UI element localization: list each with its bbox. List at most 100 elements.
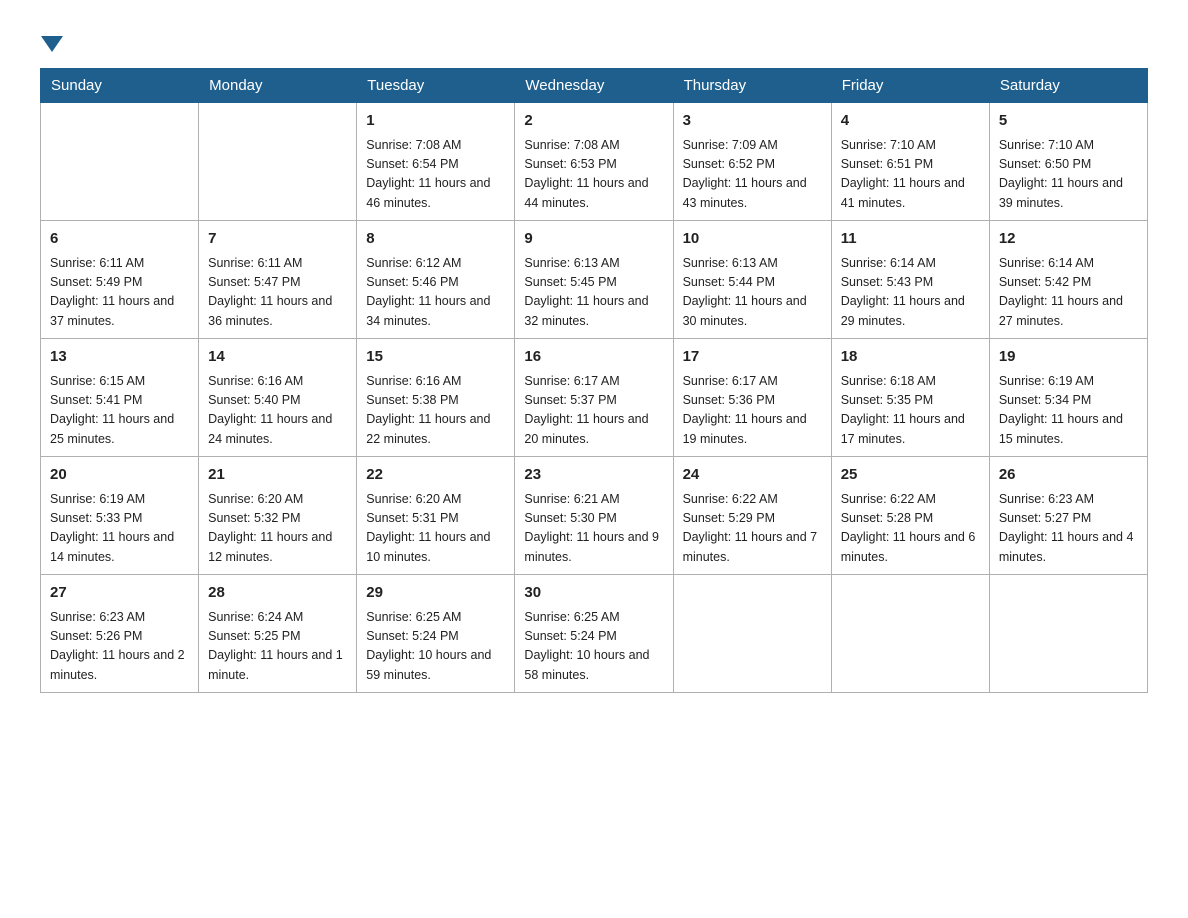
day-info: Sunrise: 6:23 AMSunset: 5:26 PMDaylight:…	[50, 608, 189, 686]
page-header	[40, 30, 1148, 48]
day-info: Sunrise: 6:12 AMSunset: 5:46 PMDaylight:…	[366, 254, 505, 332]
calendar-cell: 11Sunrise: 6:14 AMSunset: 5:43 PMDayligh…	[831, 221, 989, 339]
day-info: Sunrise: 7:09 AMSunset: 6:52 PMDaylight:…	[683, 136, 822, 214]
calendar-cell: 10 Sunrise: 6:13 AMSunset: 5:44 PMDayligh…	[673, 221, 831, 339]
day-info: Sunrise: 6:21 AMSunset: 5:30 PMDaylight:…	[524, 490, 663, 568]
day-info: Sunrise: 6:13 AMSunset: 5:45 PMDaylight:…	[524, 254, 663, 332]
calendar-table: SundayMondayTuesdayWednesdayThursdayFrid…	[40, 68, 1148, 693]
day-info: Sunrise: 6:20 AMSunset: 5:32 PMDaylight:…	[208, 490, 347, 568]
day-number: 11	[841, 228, 980, 251]
calendar-cell: 17 Sunrise: 6:17 AMSunset: 5:36 PMDayligh…	[673, 339, 831, 457]
day-number: 5	[999, 110, 1138, 133]
calendar-cell: 8 Sunrise: 6:12 AMSunset: 5:46 PMDaylight…	[357, 221, 515, 339]
calendar-cell	[199, 103, 357, 221]
day-info: Sunrise: 7:10 AMSunset: 6:50 PMDaylight:…	[999, 136, 1138, 214]
day-info: Sunrise: 6:16 AMSunset: 5:38 PMDaylight:…	[366, 372, 505, 450]
day-info: Sunrise: 7:08 AMSunset: 6:53 PMDaylight:…	[524, 136, 663, 214]
day-info: Sunrise: 6:13 AMSunset: 5:44 PMDaylight:…	[683, 254, 822, 332]
calendar-week-4: 20 Sunrise: 6:19 AMSunset: 5:33 PMDayligh…	[41, 457, 1148, 575]
day-info: Sunrise: 6:17 AMSunset: 5:36 PMDaylight:…	[683, 372, 822, 450]
calendar-cell	[831, 575, 989, 693]
calendar-week-5: 27 Sunrise: 6:23 AMSunset: 5:26 PMDayligh…	[41, 575, 1148, 693]
weekday-header-tuesday: Tuesday	[357, 69, 515, 103]
weekday-header-monday: Monday	[199, 69, 357, 103]
day-info: Sunrise: 6:25 AMSunset: 5:24 PMDaylight:…	[366, 608, 505, 686]
calendar-cell: 29 Sunrise: 6:25 AMSunset: 5:24 PMDayligh…	[357, 575, 515, 693]
day-number: 23	[524, 464, 663, 487]
calendar-cell: 3 Sunrise: 7:09 AMSunset: 6:52 PMDaylight…	[673, 103, 831, 221]
day-number: 14	[208, 346, 347, 369]
weekday-header-thursday: Thursday	[673, 69, 831, 103]
calendar-cell: 1 Sunrise: 7:08 AMSunset: 6:54 PMDaylight…	[357, 103, 515, 221]
calendar-week-2: 6 Sunrise: 6:11 AMSunset: 5:49 PMDaylight…	[41, 221, 1148, 339]
calendar-cell: 27 Sunrise: 6:23 AMSunset: 5:26 PMDayligh…	[41, 575, 199, 693]
calendar-cell: 20 Sunrise: 6:19 AMSunset: 5:33 PMDayligh…	[41, 457, 199, 575]
calendar-cell: 25Sunrise: 6:22 AMSunset: 5:28 PMDayligh…	[831, 457, 989, 575]
calendar-cell: 7Sunrise: 6:11 AMSunset: 5:47 PMDaylight…	[199, 221, 357, 339]
day-number: 8	[366, 228, 505, 251]
calendar-cell: 18 Sunrise: 6:18 AMSunset: 5:35 PMDayligh…	[831, 339, 989, 457]
calendar-cell: 12 Sunrise: 6:14 AMSunset: 5:42 PMDayligh…	[989, 221, 1147, 339]
day-number: 2	[524, 110, 663, 133]
day-number: 6	[50, 228, 189, 251]
day-info: Sunrise: 6:24 AMSunset: 5:25 PMDaylight:…	[208, 608, 347, 686]
day-number: 19	[999, 346, 1138, 369]
day-number: 24	[683, 464, 822, 487]
calendar-cell: 4 Sunrise: 7:10 AMSunset: 6:51 PMDaylight…	[831, 103, 989, 221]
day-info: Sunrise: 6:19 AMSunset: 5:34 PMDaylight:…	[999, 372, 1138, 450]
day-info: Sunrise: 7:10 AMSunset: 6:51 PMDaylight:…	[841, 136, 980, 214]
day-number: 1	[366, 110, 505, 133]
day-number: 28	[208, 582, 347, 605]
day-number: 21	[208, 464, 347, 487]
day-info: Sunrise: 7:08 AMSunset: 6:54 PMDaylight:…	[366, 136, 505, 214]
day-info: Sunrise: 6:11 AMSunset: 5:47 PMDaylight:…	[208, 254, 347, 332]
day-info: Sunrise: 6:22 AMSunset: 5:28 PMDaylight:…	[841, 490, 980, 568]
day-info: Sunrise: 6:20 AMSunset: 5:31 PMDaylight:…	[366, 490, 505, 568]
calendar-cell	[41, 103, 199, 221]
calendar-cell: 26 Sunrise: 6:23 AMSunset: 5:27 PMDayligh…	[989, 457, 1147, 575]
calendar-week-3: 13 Sunrise: 6:15 AMSunset: 5:41 PMDayligh…	[41, 339, 1148, 457]
calendar-cell: 5 Sunrise: 7:10 AMSunset: 6:50 PMDaylight…	[989, 103, 1147, 221]
day-number: 10	[683, 228, 822, 251]
calendar-cell: 19 Sunrise: 6:19 AMSunset: 5:34 PMDayligh…	[989, 339, 1147, 457]
day-number: 27	[50, 582, 189, 605]
day-info: Sunrise: 6:15 AMSunset: 5:41 PMDaylight:…	[50, 372, 189, 450]
day-number: 17	[683, 346, 822, 369]
day-info: Sunrise: 6:11 AMSunset: 5:49 PMDaylight:…	[50, 254, 189, 332]
day-number: 29	[366, 582, 505, 605]
calendar-cell: 15 Sunrise: 6:16 AMSunset: 5:38 PMDayligh…	[357, 339, 515, 457]
calendar-cell	[989, 575, 1147, 693]
day-number: 13	[50, 346, 189, 369]
day-info: Sunrise: 6:25 AMSunset: 5:24 PMDaylight:…	[524, 608, 663, 686]
calendar-cell: 14Sunrise: 6:16 AMSunset: 5:40 PMDayligh…	[199, 339, 357, 457]
logo	[40, 30, 64, 48]
calendar-cell: 6 Sunrise: 6:11 AMSunset: 5:49 PMDaylight…	[41, 221, 199, 339]
calendar-cell: 22 Sunrise: 6:20 AMSunset: 5:31 PMDayligh…	[357, 457, 515, 575]
day-number: 26	[999, 464, 1138, 487]
day-number: 12	[999, 228, 1138, 251]
day-number: 4	[841, 110, 980, 133]
calendar-cell: 2 Sunrise: 7:08 AMSunset: 6:53 PMDaylight…	[515, 103, 673, 221]
day-number: 22	[366, 464, 505, 487]
day-number: 15	[366, 346, 505, 369]
calendar-cell: 28 Sunrise: 6:24 AMSunset: 5:25 PMDayligh…	[199, 575, 357, 693]
day-number: 3	[683, 110, 822, 133]
day-number: 9	[524, 228, 663, 251]
day-info: Sunrise: 6:14 AMSunset: 5:42 PMDaylight:…	[999, 254, 1138, 332]
logo-triangle-icon	[41, 32, 63, 54]
calendar-cell: 24 Sunrise: 6:22 AMSunset: 5:29 PMDayligh…	[673, 457, 831, 575]
day-number: 16	[524, 346, 663, 369]
calendar-cell: 16 Sunrise: 6:17 AMSunset: 5:37 PMDayligh…	[515, 339, 673, 457]
weekday-header-sunday: Sunday	[41, 69, 199, 103]
day-info: Sunrise: 6:18 AMSunset: 5:35 PMDaylight:…	[841, 372, 980, 450]
day-info: Sunrise: 6:19 AMSunset: 5:33 PMDaylight:…	[50, 490, 189, 568]
day-info: Sunrise: 6:17 AMSunset: 5:37 PMDaylight:…	[524, 372, 663, 450]
calendar-cell: 30Sunrise: 6:25 AMSunset: 5:24 PMDayligh…	[515, 575, 673, 693]
calendar-cell: 9 Sunrise: 6:13 AMSunset: 5:45 PMDaylight…	[515, 221, 673, 339]
weekday-header-wednesday: Wednesday	[515, 69, 673, 103]
day-number: 20	[50, 464, 189, 487]
day-number: 18	[841, 346, 980, 369]
calendar-cell: 21 Sunrise: 6:20 AMSunset: 5:32 PMDayligh…	[199, 457, 357, 575]
day-info: Sunrise: 6:23 AMSunset: 5:27 PMDaylight:…	[999, 490, 1138, 568]
day-info: Sunrise: 6:22 AMSunset: 5:29 PMDaylight:…	[683, 490, 822, 568]
